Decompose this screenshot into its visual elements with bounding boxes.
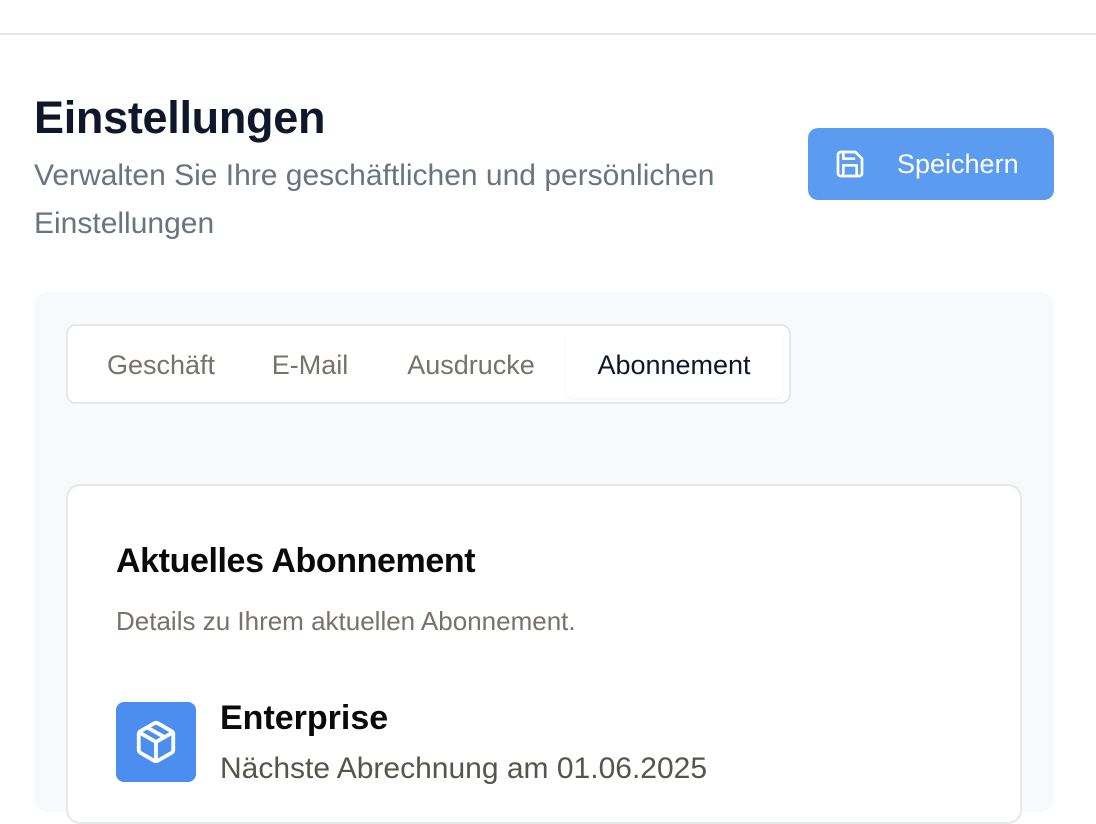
page-title: Einstellungen <box>34 92 326 143</box>
save-icon <box>834 148 866 180</box>
save-button[interactable]: Speichern <box>808 128 1054 200</box>
subscription-title: Aktuelles Abonnement <box>116 542 476 580</box>
tab-ausdrucke[interactable]: Ausdrucke <box>382 332 560 398</box>
page-subtitle: Verwalten Sie Ihre geschäftlichen und pe… <box>34 159 715 240</box>
tab-abonnement[interactable]: Abonnement <box>566 332 782 398</box>
subscription-description: Details zu Ihrem aktuellen Abonnement. <box>116 606 576 636</box>
plan-name: Enterprise <box>220 699 389 737</box>
top-bar <box>0 0 1096 35</box>
tab-email[interactable]: E-Mail <box>250 332 370 398</box>
settings-tabs: Geschäft E-Mail Ausdrucke Abonnement <box>66 324 791 404</box>
save-button-label: Speichern <box>897 149 1019 179</box>
next-billing-date: Nächste Abrechnung am 01.06.2025 <box>220 752 708 785</box>
package-icon <box>116 702 196 782</box>
tab-geschaeft[interactable]: Geschäft <box>82 332 240 398</box>
